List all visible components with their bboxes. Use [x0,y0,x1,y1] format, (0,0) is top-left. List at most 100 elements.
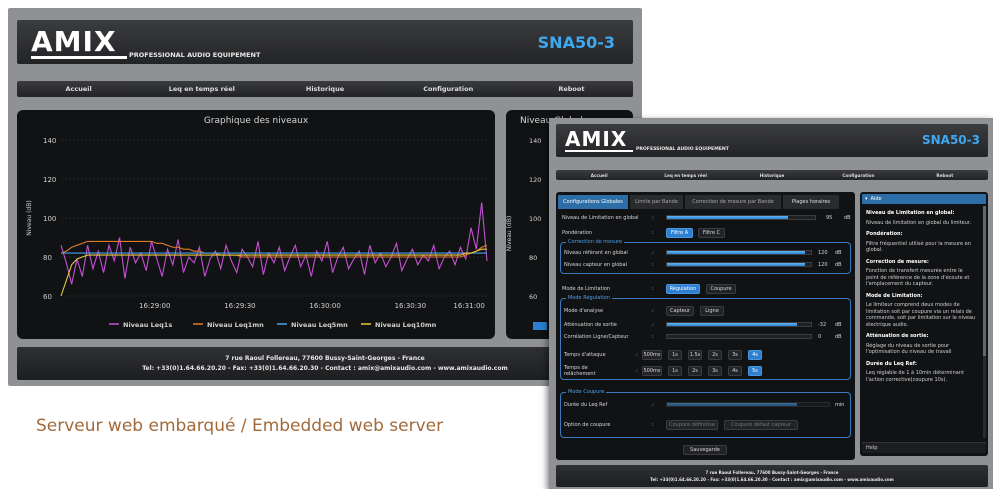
brand-tagline: PROFESSIONAL AUDIO EQUIPEMENT [129,51,261,59]
leq-ref-label: Durée du Leq Ref [564,402,608,408]
attack-label: Temps d'attaque [564,352,606,358]
capteur-button[interactable]: Capteur [666,306,694,316]
ref-level-fill [667,251,806,254]
side-bar-indicator [533,322,547,330]
x-tick-label: 16:29:00 [139,302,170,310]
nav-configuration[interactable]: Configuration [387,85,510,93]
attenuation-fill [667,323,797,326]
release-option-3s[interactable]: 3s [708,366,722,376]
side-ytick: 140 [529,137,542,145]
aide-paragraph: Leq réglable de 1 à 10min déterminant l'… [866,370,964,383]
coupure-fieldset [560,392,851,438]
collapse-icon: ▾ [865,196,868,202]
ref-level-label: Niveau référant en global [564,250,628,256]
colon: : [652,286,654,292]
aide-paragraph: Le limiteur comprend deux modes de limit… [866,302,976,328]
ref-level-value: 120 [818,250,828,256]
coupure-button[interactable]: Coupure [706,284,736,294]
nav-configuration[interactable]: Configuration [815,173,901,178]
ref-level-slider[interactable] [666,250,812,255]
main-screen: AMIX PROFESSIONAL AUDIO EQUIPEMENT SNA50… [8,8,642,386]
colon: : [652,308,654,314]
sensor-level-value: 120 [818,262,828,268]
coupure-definitive-button[interactable]: Coupure définitive [666,420,718,430]
release-option-500ms[interactable]: 500ms [642,366,662,376]
nav-reboot[interactable]: Reboot [902,173,988,178]
tab-correction-par-bande[interactable]: Correction de mesure par Bande [685,195,781,209]
correlation-label: Corrélation Ligne/Capteur [564,334,629,340]
model-name: SNA50-3 [537,33,615,52]
side-ytick: 60 [529,293,538,301]
footer-contact: Tel: +33(0)1.64.66.20.20 - Fax: +33(0)1.… [142,365,508,372]
release-option-2s[interactable]: 2s [688,366,702,376]
attenuation-value: -32 [818,322,827,328]
x-tick-label: 16:29:30 [224,302,255,310]
aide-heading: Durée du Leq Ref: [866,360,917,367]
aide-header[interactable]: ▾ Aide [862,194,986,204]
aide-scrollbar[interactable] [983,206,986,438]
side-ytick: 100 [529,215,542,223]
logo-underline [565,150,633,152]
attack-option-1-5s[interactable]: 1.5s [688,350,702,360]
level-chart: 60 80 100 120 140 Niveau (dB) 16:29:00 16:29:30… [26,137,488,329]
limit-global-fill [667,216,789,219]
correction-legend: Correction de mesure [566,239,625,245]
cut-option-label: Option de coupure [564,422,611,428]
release-label: Temps de relâchement [564,365,596,377]
legend-label: Niveau Leq1s [123,321,172,329]
nav-historique[interactable]: Historique [263,85,386,93]
correlation-slider[interactable] [666,334,812,339]
x-tick-label: 16:31:00 [453,302,484,310]
attack-option-3s[interactable]: 3s [728,350,742,360]
nav-accueil[interactable]: Accueil [17,85,140,93]
aide-paragraph: Filtre fréquentiel utilisé pour la mesur… [866,240,971,254]
filtre-c-button[interactable]: Filtre C [698,228,725,238]
help-row[interactable]: Help [862,442,986,453]
regulation-button[interactable]: Régulation [666,284,700,294]
correlation-value: 0 [818,334,822,340]
attack-option-2s[interactable]: 2s [708,350,722,360]
sensor-level-fill [667,263,806,266]
sensor-level-slider[interactable] [666,262,812,267]
config-form: Configurations Globales Limite par Bande… [556,192,855,460]
tab-configurations-globales[interactable]: Configurations Globales [558,195,628,209]
release-option-1s[interactable]: 1s [668,366,682,376]
aide-heading: Atténuation de sortie: [866,333,929,339]
attack-option-500ms[interactable]: 500ms [642,350,662,360]
side-ytick: 80 [529,254,538,262]
filtre-a-button[interactable]: Filtre A [666,228,693,238]
nav-historique[interactable]: Historique [729,173,815,178]
limit-global-slider[interactable] [666,215,816,220]
nav-leq-temps-reel[interactable]: Leq en temps réel [140,85,263,93]
tab-limite-par-bande[interactable]: Limite par Bande [630,195,683,209]
config-nav: Accueil Leq en temps réel Historique Con… [556,170,988,180]
colon: : [636,368,638,374]
leq-ref-fill [667,403,797,406]
amix-logo: AMIX [565,127,628,151]
colon: : [652,215,654,221]
limit-global-unit: dB [844,215,851,221]
y-tick-label: 60 [43,293,52,301]
sauvegarde-button[interactable]: Sauvegarde [683,445,727,455]
nav-reboot[interactable]: Reboot [510,85,633,93]
footer: 7 rue Raoul Follereau, 77600 Bussy-Saint… [17,347,633,380]
nav-accueil[interactable]: Accueil [556,173,642,178]
release-option-4s[interactable]: 4s [728,366,742,376]
leq-ref-slider[interactable] [666,402,830,407]
release-option-5s[interactable]: 5s [748,366,762,376]
attack-option-4s[interactable]: 4s [748,350,762,360]
side-ytick: 120 [529,176,542,184]
y-tick-label: 140 [43,137,56,145]
correlation-unit: dB [835,334,842,340]
page-caption: Serveur web embarqué / Embedded web serv… [36,416,444,436]
ligne-button[interactable]: Ligne [700,306,724,316]
attack-option-1s[interactable]: 1s [668,350,682,360]
nav-leq-temps-reel[interactable]: Leq en temps réel [642,173,728,178]
colon: : [652,334,654,340]
tab-plages-horaires[interactable]: Plages horaires [783,195,839,209]
attenuation-slider[interactable] [666,322,812,327]
footer-address: 7 rue Raoul Follereau, 77600 Bussy-Saint… [225,355,425,362]
coupure-defaut-capteur-button[interactable]: Coupure défaut capteur [724,420,798,430]
footer-contact: Tel: +33(0)1.64.66.20.20 - Fax: +33(0)1.… [650,477,894,482]
colon: : [652,250,654,256]
